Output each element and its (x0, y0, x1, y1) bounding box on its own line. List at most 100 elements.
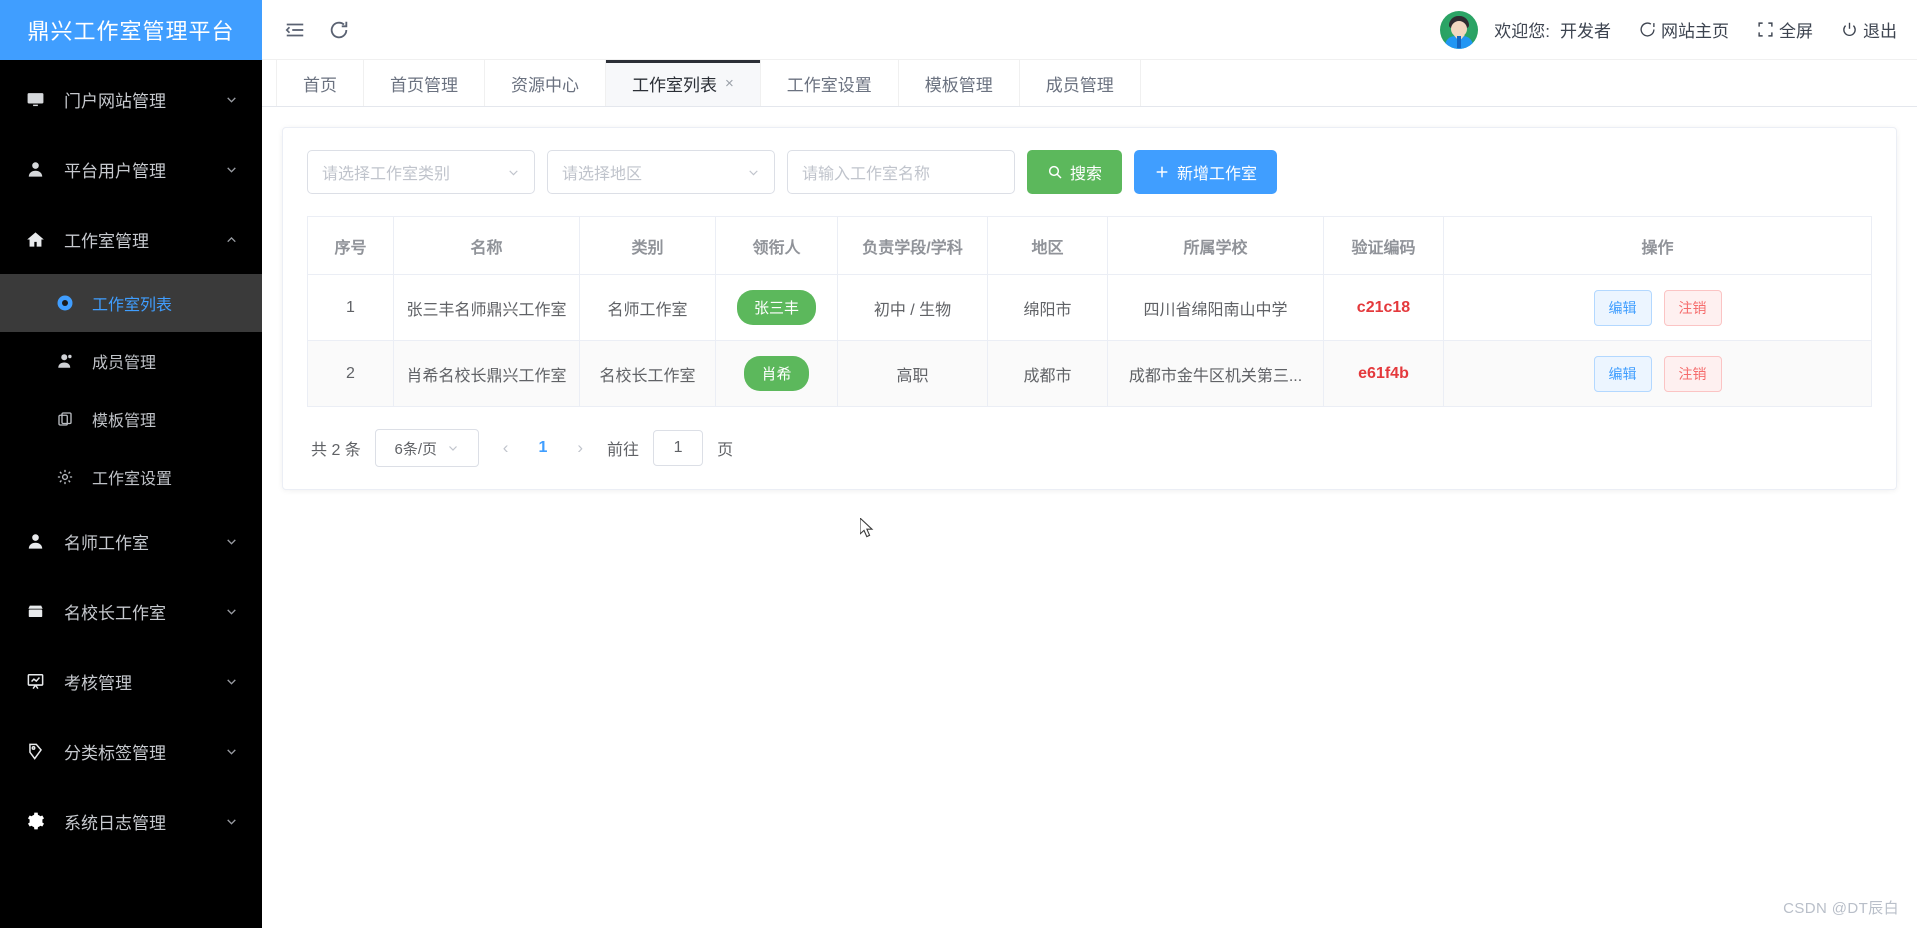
leader-badge: 张三丰 (736, 290, 816, 325)
compass-icon (1639, 21, 1656, 38)
chevron-down-icon (507, 166, 520, 179)
sidebar-menu: 门户网站管理 平台用户管理 工作室管理 工作室列表 成员管理 模板管理 工作室设… (0, 60, 262, 856)
tab-member-manage[interactable]: 成员管理 (1020, 60, 1141, 106)
shop-icon (26, 602, 58, 621)
cell-leader: 张三丰 (715, 274, 838, 341)
table-row[interactable]: 2 肖希名校长鼎兴工作室 名校长工作室 肖希 高职 成都市 成都市金牛区机关第三… (307, 340, 1872, 407)
sidebar-item-portal[interactable]: 门户网站管理 (0, 64, 262, 134)
sidebar-item-label: 工作室设置 (92, 471, 173, 488)
sidebar-item-member-manage[interactable]: 成员管理 (0, 332, 262, 390)
close-icon[interactable]: × (725, 76, 734, 91)
chevron-down-icon (747, 166, 760, 179)
cell-leader: 肖希 (715, 340, 838, 407)
sidebar-item-label: 工作室列表 (92, 297, 173, 314)
tab-template-manage[interactable]: 模板管理 (899, 60, 1020, 106)
cell-operation: 编辑 注销 (1443, 274, 1872, 341)
data-board-icon (26, 672, 58, 691)
col-school: 所属学校 (1107, 216, 1324, 275)
table-header-row: 序号 名称 类别 领衔人 负责学段/学科 地区 所属学校 验证编码 操作 (307, 216, 1872, 275)
cell-school: 四川省绵阳南山中学 (1107, 274, 1324, 341)
col-code: 验证编码 (1323, 216, 1444, 275)
cancel-button[interactable]: 注销 (1663, 289, 1722, 326)
table-body: 1 张三丰名师鼎兴工作室 名师工作室 张三丰 初中 / 生物 绵阳市 四川省绵阳… (307, 274, 1872, 407)
col-stage-subject: 负责学段/学科 (837, 216, 988, 275)
page-size-select[interactable]: 6条/页 (374, 429, 479, 467)
sidebar-item-principal-studio[interactable]: 名校长工作室 (0, 576, 262, 646)
setting-gear-icon (26, 811, 58, 831)
tab-label: 资源中心 (511, 75, 579, 95)
chevron-down-icon (225, 675, 238, 688)
jump-label: 前往 (607, 442, 640, 459)
power-icon (1841, 21, 1858, 38)
prev-page-button[interactable]: ‹ (493, 438, 519, 458)
sidebar-item-template-manage[interactable]: 模板管理 (0, 390, 262, 448)
cell-region: 成都市 (987, 340, 1108, 407)
tab-home[interactable]: 首页 (276, 60, 364, 106)
partner-icon (56, 294, 86, 312)
edit-button[interactable]: 编辑 (1593, 355, 1652, 392)
sidebar-item-studio-list[interactable]: 工作室列表 (0, 274, 262, 332)
region-select[interactable]: 请选择地区 (547, 150, 775, 194)
tab-label: 模板管理 (924, 75, 993, 95)
user-name: 开发者 (1560, 22, 1611, 41)
cell-region: 绵阳市 (987, 274, 1108, 341)
tab-home-manage[interactable]: 首页管理 (364, 60, 485, 106)
sidebar-item-platform-users[interactable]: 平台用户管理 (0, 134, 262, 204)
main-area: 欢迎您: 开发者 网站主页 全屏 退出 首页 首页管理 资源中心 工作室列表 ×… (262, 0, 1917, 928)
search-button[interactable]: 搜索 (1027, 150, 1123, 194)
gear-icon (56, 468, 86, 486)
add-studio-button[interactable]: 新增工作室 (1134, 150, 1278, 194)
sidebar-item-studio-settings[interactable]: 工作室设置 (0, 448, 262, 506)
sidebar: 鼎兴工作室管理平台 门户网站管理 平台用户管理 工作室管理 工作室列表 成员管理… (0, 0, 262, 928)
sidebar-item-category-tags[interactable]: 分类标签管理 (0, 716, 262, 786)
menu-collapse-icon[interactable] (284, 19, 306, 41)
cell-category: 名校长工作室 (579, 340, 716, 407)
leader-badge: 肖希 (744, 356, 809, 391)
sidebar-item-master-studio[interactable]: 名师工作室 (0, 506, 262, 576)
refresh-icon[interactable] (328, 19, 350, 41)
col-name: 名称 (393, 216, 580, 275)
tab-label: 工作室列表 (632, 75, 717, 95)
sidebar-item-studio-admin[interactable]: 工作室管理 (0, 204, 262, 274)
cell-code: c21c18 (1323, 274, 1444, 341)
edit-button[interactable]: 编辑 (1593, 289, 1652, 326)
avatar[interactable] (1440, 10, 1479, 49)
cancel-button[interactable]: 注销 (1663, 355, 1722, 392)
table-header: 序号 名称 类别 领衔人 负责学段/学科 地区 所属学校 验证编码 操作 (307, 216, 1872, 275)
studio-name-input[interactable]: 请输入工作室名称 (787, 150, 1015, 194)
user-icon (26, 160, 58, 179)
logout-button[interactable]: 退出 (1841, 17, 1897, 42)
fullscreen-button[interactable]: 全屏 (1757, 17, 1813, 42)
header-right-controls: 欢迎您: 开发者 网站主页 全屏 退出 (1440, 10, 1897, 49)
welcome-label: 欢迎您: (1494, 22, 1550, 41)
table-row[interactable]: 1 张三丰名师鼎兴工作室 名师工作室 张三丰 初中 / 生物 绵阳市 四川省绵阳… (307, 274, 1872, 341)
page-content: 请选择工作室类别 请选择地区 请输入工作室名称 搜索 新增工作室 序号 名称 类… (262, 107, 1917, 928)
brand-title: 鼎兴工作室管理平台 (0, 0, 262, 60)
studio-list-card: 请选择工作室类别 请选择地区 请输入工作室名称 搜索 新增工作室 序号 名称 类… (282, 127, 1897, 490)
sidebar-item-assessment[interactable]: 考核管理 (0, 646, 262, 716)
site-home-link[interactable]: 网站主页 (1639, 17, 1729, 42)
sidebar-item-system-logs[interactable]: 系统日志管理 (0, 786, 262, 856)
jump-page-input[interactable]: 1 (653, 430, 704, 466)
chevron-down-icon (447, 442, 459, 454)
cell-name: 肖希名校长鼎兴工作室 (393, 340, 580, 407)
chevron-down-icon (225, 535, 238, 548)
monitor-icon (26, 90, 58, 109)
tab-resource-center[interactable]: 资源中心 (485, 60, 606, 106)
cell-category: 名师工作室 (579, 274, 716, 341)
next-page-button[interactable]: › (567, 438, 593, 458)
chevron-down-icon (225, 605, 238, 618)
cell-name: 张三丰名师鼎兴工作室 (393, 274, 580, 341)
chevron-down-icon (225, 163, 238, 176)
sidebar-submenu-studio: 工作室列表 成员管理 模板管理 工作室设置 (0, 274, 262, 506)
page-number-1[interactable]: 1 (532, 439, 553, 457)
page-unit-label: 页 (717, 442, 734, 459)
verify-code: e61f4b (1358, 364, 1409, 382)
tab-studio-list[interactable]: 工作室列表 × (606, 60, 761, 106)
header-left-controls (284, 19, 350, 41)
tab-studio-settings[interactable]: 工作室设置 (761, 60, 899, 106)
category-select[interactable]: 请选择工作室类别 (307, 150, 535, 194)
category-select-value: 请选择工作室类别 (322, 166, 451, 183)
region-select-value: 请选择地区 (562, 166, 643, 183)
verify-code: c21c18 (1356, 298, 1411, 316)
